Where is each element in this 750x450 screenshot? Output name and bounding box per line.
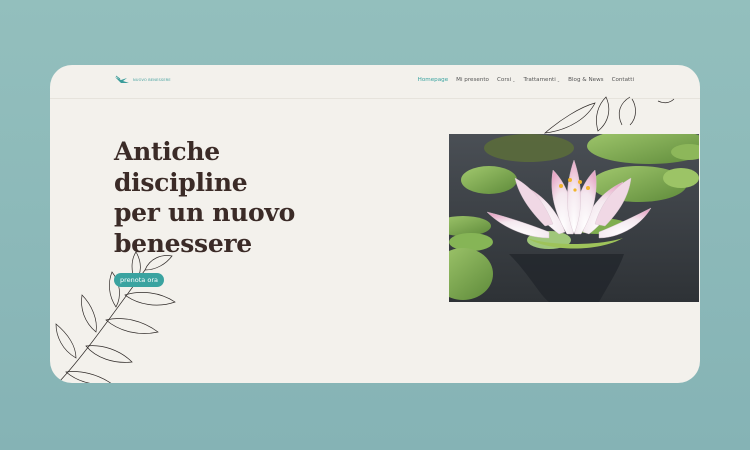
nav-item-contatti[interactable]: Contatti xyxy=(612,77,634,83)
nav-item-blog-news[interactable]: Blog & News xyxy=(568,77,603,83)
book-now-button[interactable]: prenota ora xyxy=(114,273,164,287)
website-card: NUOVO BENESSERE Homepage Mi presento Cor… xyxy=(50,65,700,383)
lotus-flower-image xyxy=(449,134,699,302)
bird-logo-icon xyxy=(115,75,129,83)
nav-label: Homepage xyxy=(417,77,449,83)
leaf-branch-decoration xyxy=(50,251,176,383)
logo-text: NUOVO BENESSERE xyxy=(133,78,171,82)
hero-title-line: discipline xyxy=(114,167,248,197)
site-logo[interactable]: NUOVO BENESSERE xyxy=(114,75,171,85)
nav-item-corsi[interactable]: Corsi ⌄ xyxy=(497,77,515,83)
hero-title-line: per un nuovo xyxy=(114,198,295,227)
nav-label: Contatti xyxy=(611,77,634,83)
nav-item-homepage[interactable]: Homepage xyxy=(418,77,449,83)
nav-item-trattamenti[interactable]: Trattamenti ⌄ xyxy=(523,77,560,83)
leaf-outline-top-decoration xyxy=(543,96,675,134)
lotus-photo xyxy=(449,134,699,302)
nav-item-mi-presento[interactable]: Mi presento xyxy=(456,77,489,83)
hero-title: Antiche discipline per un nuovo benesser… xyxy=(114,137,354,259)
hero-title-line: Antiche xyxy=(114,137,220,166)
chevron-down-icon: ⌄ xyxy=(512,77,516,83)
nav-label: Corsi xyxy=(497,77,512,83)
site-header: NUOVO BENESSERE Homepage Mi presento Cor… xyxy=(50,65,700,99)
nav-label: Blog & News xyxy=(568,77,604,83)
nav-label: Mi presento xyxy=(456,77,489,83)
nav-label: Trattamenti xyxy=(523,77,556,83)
main-nav: Homepage Mi presento Corsi ⌄ Trattamenti ⌄… xyxy=(418,77,634,83)
chevron-down-icon: ⌄ xyxy=(556,77,561,83)
